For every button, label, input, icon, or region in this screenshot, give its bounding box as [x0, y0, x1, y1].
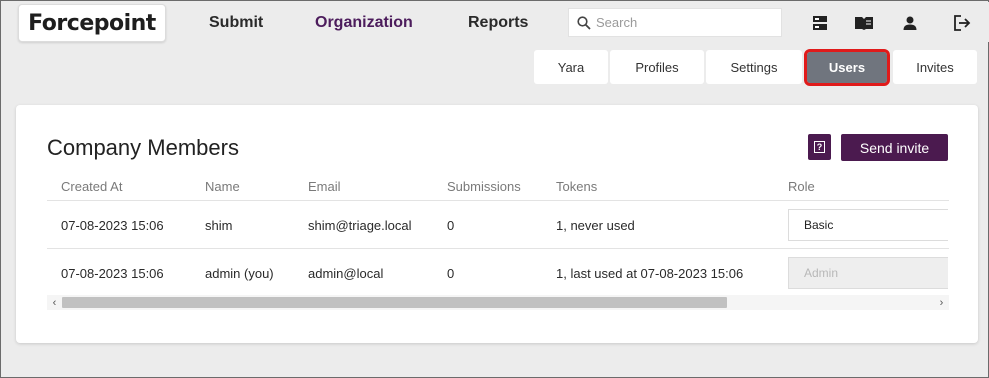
cell-created-at: 07-08-2023 15:06: [61, 266, 164, 281]
top-bar: Forcepoint Submit Organization Reports: [2, 2, 989, 42]
cell-email: shim@triage.local: [308, 218, 412, 233]
cell-created-at: 07-08-2023 15:06: [61, 218, 164, 233]
logout-icon[interactable]: [951, 12, 973, 34]
tab-label: Yara: [557, 59, 585, 75]
cell-name: admin (you): [205, 266, 274, 281]
app-frame: Forcepoint Submit Organization Reports S…: [0, 0, 989, 378]
tab-profiles[interactable]: Profiles: [610, 50, 704, 84]
scroll-left-arrow[interactable]: ‹: [47, 295, 62, 310]
user-icon[interactable]: [899, 12, 921, 34]
nav-reports[interactable]: Reports: [468, 14, 528, 32]
tab-label: Invites: [916, 59, 954, 75]
tab-yara[interactable]: Yara: [534, 50, 608, 84]
search-input[interactable]: [596, 15, 776, 30]
cell-tokens: 1, never used: [556, 218, 635, 233]
cell-name: shim: [205, 218, 233, 233]
tab-users[interactable]: Users: [804, 49, 890, 86]
scroll-right-arrow[interactable]: ›: [934, 295, 949, 310]
row-divider: [47, 248, 949, 249]
search-icon: [577, 15, 591, 30]
column-header-tokens: Tokens: [556, 179, 598, 194]
tab-label: Settings: [730, 59, 778, 75]
company-members-card: Company Members ? Send invite Created At…: [16, 105, 978, 343]
column-header-created-at: Created At: [61, 179, 123, 194]
column-header-email: Email: [308, 179, 341, 194]
cell-email: admin@local: [308, 266, 384, 281]
search-box[interactable]: [568, 8, 782, 37]
help-button[interactable]: ?: [808, 134, 831, 160]
forcepoint-logo[interactable]: Forcepoint: [18, 4, 166, 42]
role-select-disabled: Admin: [788, 257, 948, 289]
column-header-submissions: Submissions: [447, 179, 521, 194]
column-header-name: Name: [205, 179, 240, 194]
cell-submissions: 0: [447, 266, 455, 281]
row-divider: [47, 200, 949, 201]
tab-settings[interactable]: Settings: [706, 50, 802, 84]
nav-organization[interactable]: Organization: [315, 14, 413, 32]
page-title: Company Members: [47, 135, 239, 160]
help-icon: ?: [814, 141, 825, 153]
scrollbar-thumb[interactable]: [62, 297, 727, 308]
cell-submissions: 0: [447, 218, 455, 233]
role-select[interactable]: Basic: [788, 209, 948, 241]
logo-text: Forcepoint: [28, 10, 156, 36]
role-select-value: Admin: [804, 266, 839, 280]
book-icon[interactable]: [853, 12, 875, 34]
nav-submit[interactable]: Submit: [209, 14, 263, 32]
dashboard-icon[interactable]: [809, 12, 831, 34]
tab-label: Profiles: [635, 59, 679, 75]
tab-invites[interactable]: Invites: [893, 50, 977, 84]
cell-tokens: 1, last used at 07-08-2023 15:06: [556, 266, 744, 281]
horizontal-scrollbar[interactable]: ‹ ›: [47, 295, 949, 310]
tab-label: Users: [828, 60, 866, 75]
send-invite-button[interactable]: Send invite: [841, 134, 948, 161]
role-select-value: Basic: [804, 218, 834, 232]
column-header-role: Role: [788, 179, 815, 194]
